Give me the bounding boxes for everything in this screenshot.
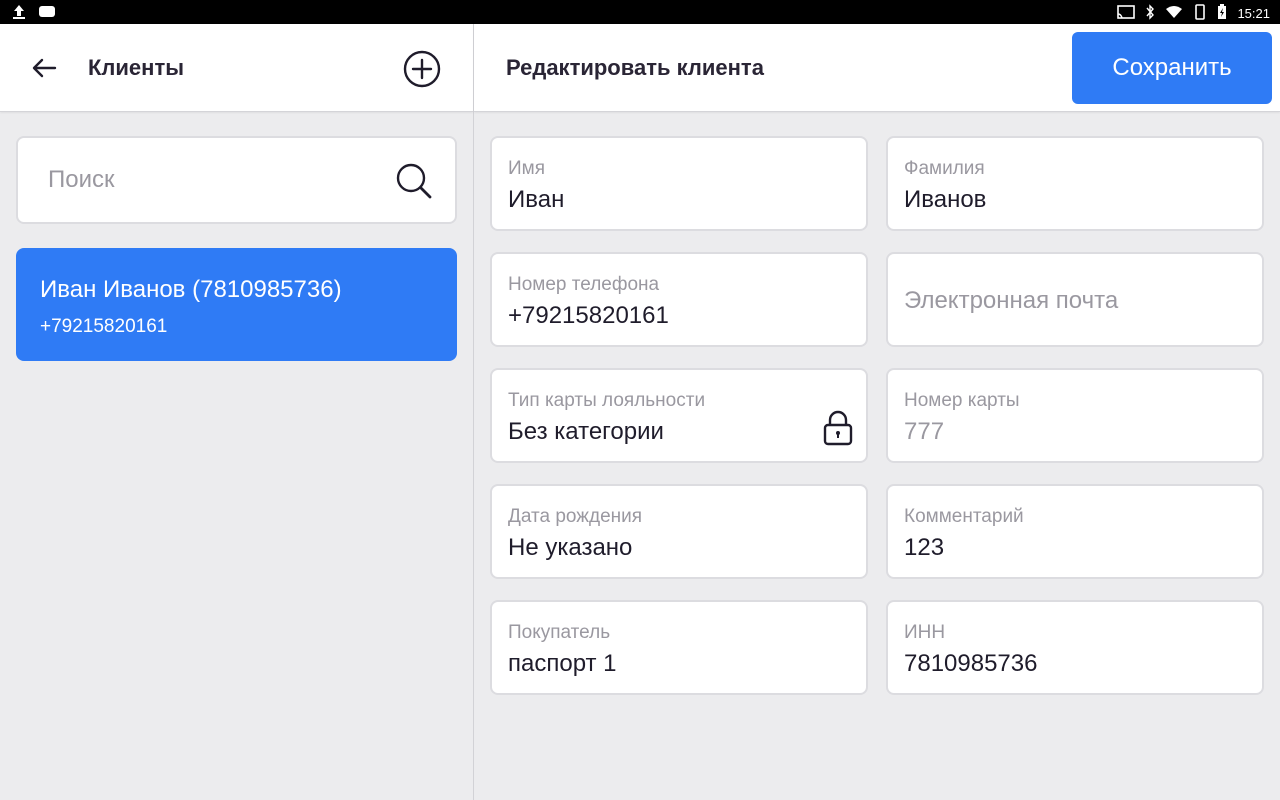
field-value: Не указано	[508, 534, 633, 561]
field-value: 777	[904, 418, 945, 445]
edit-title: Редактировать клиента	[506, 55, 764, 80]
client-name: Иван Иванов (7810985736)	[40, 276, 342, 303]
field-value: Иван	[508, 186, 565, 213]
client-list-item[interactable]: Иван Иванов (7810985736) +79215820161	[16, 248, 457, 361]
field-label: Комментарий	[904, 506, 1024, 527]
field-value: +79215820161	[508, 302, 669, 329]
edit-header: Редактировать клиента Сохранить	[474, 24, 1280, 112]
search-box	[16, 136, 457, 224]
first-name-field[interactable]: Имя Иван	[490, 136, 868, 231]
field-label: Имя	[508, 158, 546, 179]
buyer-field[interactable]: Покупатель паспорт 1	[490, 600, 868, 695]
field-label: Номер карты	[904, 390, 1020, 411]
add-client-button[interactable]	[403, 50, 441, 88]
search-input[interactable]	[48, 162, 388, 198]
clock: 15:21	[1237, 5, 1270, 21]
comment-field[interactable]: Комментарий 123	[886, 484, 1264, 579]
last-name-field[interactable]: Фамилия Иванов	[886, 136, 1264, 231]
card-number-field[interactable]: Номер карты 777	[886, 368, 1264, 463]
vibrate-icon	[1193, 4, 1207, 23]
bluetooth-icon	[1145, 4, 1155, 23]
clients-panel: Клиенты Иван Иванов (7810985736) +792158…	[0, 24, 473, 800]
field-label: Покупатель	[508, 622, 611, 643]
search-icon[interactable]	[395, 162, 433, 200]
message-icon	[38, 5, 56, 24]
save-button[interactable]: Сохранить	[1072, 32, 1272, 104]
field-value: Иванов	[904, 186, 987, 213]
clients-header: Клиенты	[0, 24, 473, 112]
field-label: Фамилия	[904, 158, 985, 179]
field-label: ИНН	[904, 622, 946, 643]
birth-date-field[interactable]: Дата рождения Не указано	[490, 484, 868, 579]
wifi-icon	[1165, 5, 1183, 22]
page-title: Клиенты	[88, 55, 185, 80]
field-label: Тип карты лояльности	[508, 390, 706, 411]
inn-field[interactable]: ИНН 7810985736	[886, 600, 1264, 695]
field-value: паспорт 1	[508, 650, 617, 677]
battery-charging-icon	[1217, 4, 1227, 23]
field-value: 123	[904, 534, 945, 561]
loyalty-type-field[interactable]: Тип карты лояльности Без категории	[490, 368, 868, 463]
back-button[interactable]	[26, 52, 62, 84]
cast-icon	[1117, 5, 1136, 22]
edit-client-panel: Редактировать клиента Сохранить Имя Иван…	[474, 24, 1280, 800]
phone-field[interactable]: Номер телефона +79215820161	[490, 252, 868, 347]
field-placeholder: Электронная почта	[904, 287, 1119, 314]
field-label: Дата рождения	[508, 506, 643, 527]
client-phone: +79215820161	[40, 316, 168, 337]
field-value: Без категории	[508, 418, 664, 445]
field-value: 7810985736	[904, 650, 1038, 677]
upload-icon	[12, 4, 26, 25]
status-bar: 15:21	[0, 0, 1280, 24]
email-field[interactable]: Электронная почта	[886, 252, 1264, 347]
lock-icon	[823, 410, 853, 446]
plus-circle-icon	[403, 50, 441, 88]
field-label: Номер телефона	[508, 274, 660, 295]
arrow-left-icon	[32, 58, 57, 78]
